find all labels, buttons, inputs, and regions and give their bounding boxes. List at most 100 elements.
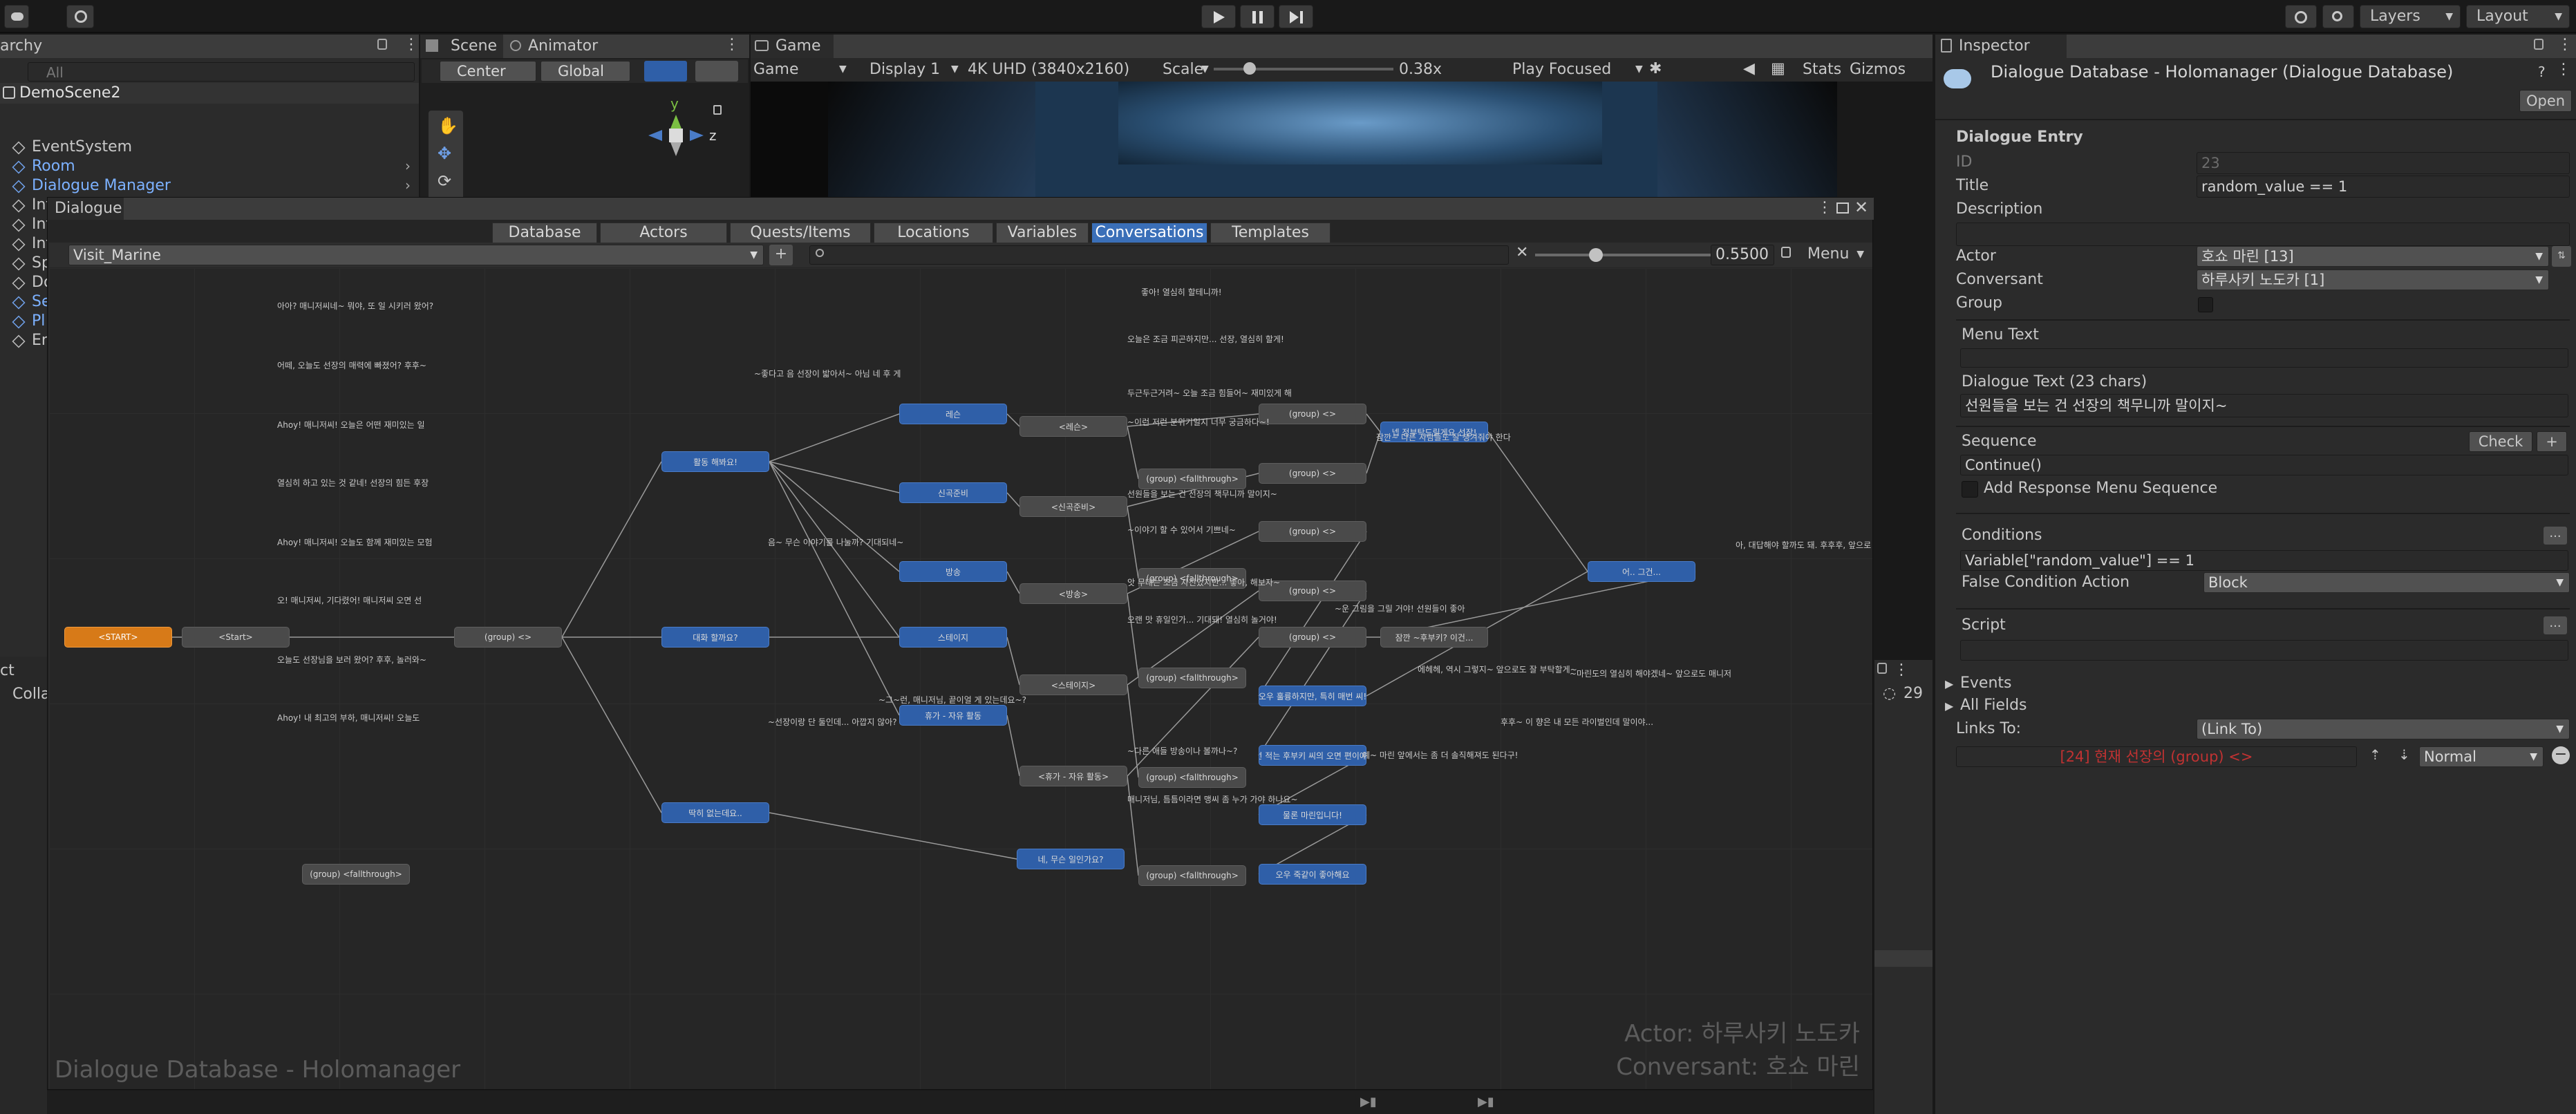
dialogue-node[interactable]: (group) <fallthrough> — [1138, 469, 1246, 489]
project-tab-label[interactable]: ct — [0, 662, 15, 679]
search-button[interactable] — [2322, 5, 2354, 28]
space-dropdown[interactable]: Global — [540, 61, 630, 82]
dialogue-node[interactable]: 오우 죽같이 좋아해요 — [1259, 864, 1366, 885]
tab-dialogue[interactable]: Dialogue — [48, 198, 124, 220]
link-entry[interactable]: [24] 현재 선장의 (group) <> — [1956, 746, 2357, 767]
lock-icon[interactable] — [2534, 39, 2544, 50]
dialogue-line-text[interactable]: ~이야기 할 수 있어서 기쁘네~ — [1127, 524, 1236, 536]
dialogue-node[interactable]: <Start> — [182, 627, 290, 648]
add-sequence-button[interactable]: + — [2537, 431, 2567, 452]
dialogue-line-text[interactable]: 열심히 하고 있는 것 같네! 선장의 힘든 후장 — [277, 477, 429, 489]
menu-text-field[interactable] — [1960, 348, 2568, 368]
mute-audio-icon[interactable]: ◀ — [1743, 60, 1755, 77]
dialogue-node[interactable]: (group) <> — [454, 627, 562, 648]
hierarchy-search-input[interactable]: All — [28, 62, 415, 82]
dialogue-node[interactable]: 스테이지 — [899, 627, 1007, 648]
pivot-dropdown[interactable]: Center — [440, 61, 536, 82]
move-down-icon[interactable]: ⇣ — [2398, 746, 2410, 763]
dialogue-line-text[interactable]: 오랜 맛 휴일인가... 기대돼! 열심히 놀거야! — [1127, 614, 1277, 625]
conditions-wizard-button[interactable]: ... — [2544, 527, 2567, 545]
dialogue-node[interactable]: (group) <fallthrough> — [1138, 865, 1246, 886]
dialogue-node[interactable]: 시선 적는 후부키 씨의 오면 편이에요! — [1259, 745, 1366, 766]
step-button[interactable] — [1279, 5, 1313, 28]
node-search-input[interactable] — [809, 245, 1509, 265]
lock-icon[interactable] — [1877, 663, 1887, 674]
dialogue-line-text[interactable]: 예~ 마린 앞에서는 좀 더 솔직해져도 된다구! — [1362, 749, 1518, 761]
add-conversation-button[interactable]: + — [769, 245, 793, 265]
tab-scene[interactable]: Scene — [420, 35, 503, 58]
snap-toggle[interactable] — [644, 61, 687, 82]
events-foldout[interactable]: Events — [1960, 674, 2012, 692]
dialogue-line-text[interactable]: ~운 그림을 그릴 거야! 선원들이 좋아 — [1335, 603, 1465, 614]
dialogue-node[interactable]: 딱히 없는데요.. — [661, 802, 769, 823]
remove-link-icon[interactable]: − — [2552, 746, 2570, 764]
dialogue-line-text[interactable]: 선원들을 보는 건 선장의 책무니까 말이지~ — [1127, 488, 1277, 500]
pause-button[interactable] — [1240, 5, 1275, 28]
dialogue-line-text[interactable]: 오! 매니저씨, 기다렸어! 매니저씨 오면 선 — [277, 594, 422, 606]
conditions-field[interactable]: Variable["random_value"] == 1 — [1960, 550, 2568, 571]
link-priority-dropdown[interactable]: Normal ▼ — [2419, 746, 2544, 767]
grid-layout-icon[interactable]: ▦ — [1771, 60, 1785, 77]
expand-arrow-icon[interactable]: ▶ — [1945, 677, 1953, 690]
dialogue-node[interactable]: <레슨> — [1019, 416, 1127, 437]
stats-button[interactable]: Stats — [1803, 61, 1841, 78]
collab-button[interactable] — [66, 5, 94, 28]
false-condition-dropdown[interactable]: Block ▼ — [2203, 572, 2570, 593]
dialogue-node[interactable]: 활동 해봐요! — [661, 451, 769, 472]
dialogue-node[interactable]: (group) <> — [1259, 463, 1366, 484]
scene-row[interactable]: DemoScene2 — [0, 83, 419, 104]
dialogue-line-text[interactable]: ~다른 애들 방송이나 볼까나~? — [1127, 745, 1237, 757]
history-button[interactable] — [2285, 5, 2317, 28]
dialogue-line-text[interactable]: 후후~ 이 향은 내 모든 라이벌인데 말이야... — [1501, 716, 1653, 728]
hierarchy-item[interactable]: Room › — [0, 158, 419, 177]
dialogue-node[interactable]: 방송 — [899, 561, 1007, 582]
move-tool-icon[interactable]: ✥ — [438, 144, 451, 163]
dialogue-line-text[interactable]: ~선장이랑 단 둘인데... 아깝지 않아? — [768, 716, 897, 728]
zoom-value-field[interactable]: 0.5500 — [1711, 245, 1774, 265]
dialogue-line-text[interactable]: 에헤헤, 역시 그렇지~ 앞으로도 잘 부탁할게~ — [1418, 663, 1577, 675]
play-mode-dropdown[interactable]: Play Focused ▼ — [1511, 59, 1649, 80]
tab-variables[interactable]: Variables — [996, 223, 1089, 243]
dialogue-node[interactable]: 네, 무슨 일인가요? — [1017, 849, 1125, 869]
dialogue-node[interactable]: (group) <> — [1259, 627, 1366, 648]
script-field[interactable] — [1960, 640, 2568, 661]
actor-dropdown[interactable]: 호쇼 마린 [13] ▼ — [2197, 246, 2549, 267]
dialogue-line-text[interactable]: ~그~런, 매니저님, 끝이얼 게 있는데요~? — [878, 694, 1026, 706]
expand-arrow-icon[interactable]: ▶ — [1945, 699, 1953, 712]
tab-animator[interactable]: Animator — [506, 35, 630, 58]
close-icon[interactable]: ✕ — [1854, 198, 1868, 217]
open-button[interactable]: Open — [2519, 90, 2572, 112]
dialogue-node[interactable]: (group) <fallthrough> — [302, 864, 410, 885]
help-icon[interactable]: ? — [2538, 64, 2546, 80]
play-button[interactable] — [1201, 5, 1236, 28]
hand-tool-icon[interactable]: ✋ — [438, 116, 458, 135]
dialogue-line-text[interactable]: ~이런 저런 분위기일지 너무 궁금하다~! — [1127, 416, 1270, 428]
more-menu-icon[interactable]: ⋮ — [724, 36, 740, 53]
collapse-button[interactable]: Colla — [12, 686, 50, 703]
tab-templates[interactable]: Templates — [1210, 223, 1331, 243]
dialogue-node[interactable]: 신곡준비 — [899, 482, 1007, 503]
hierarchy-item[interactable]: EventSystem — [0, 138, 419, 158]
chevron-right-icon[interactable]: › — [405, 177, 411, 193]
dialogue-line-text[interactable]: 아, 대답해야 할까도 돼. 후후후, 앞으로 남에 — [1736, 539, 1872, 551]
more-menu-icon[interactable]: ⋮ — [2557, 36, 2573, 53]
dialogue-line-text[interactable]: 매니저님, 틈틈이라면 맹씨 좀 누가 가야 하나요~ — [1127, 793, 1298, 805]
move-up-icon[interactable]: ⇡ — [2369, 746, 2381, 763]
bug-icon[interactable]: ✱ — [1649, 60, 1662, 77]
dialogue-line-text[interactable]: Ahoy! 매니저씨! 오늘은 어떤 재미있는 일 — [277, 419, 425, 431]
tab-actors[interactable]: Actors — [600, 223, 727, 243]
dialogue-node[interactable]: <휴가 - 자유 활동> — [1019, 766, 1127, 786]
cloud-button[interactable] — [4, 5, 29, 28]
scene-gizmo[interactable]: y z — [628, 94, 724, 177]
dialogue-node[interactable]: <신곡준비> — [1019, 496, 1127, 517]
dialogue-node[interactable]: (group) <> — [1259, 521, 1366, 542]
dialogue-node[interactable]: <스테이지> — [1019, 674, 1127, 695]
sequence-field[interactable]: Continue() — [1960, 455, 2568, 475]
script-wizard-button[interactable]: ... — [2544, 616, 2567, 634]
conversation-dropdown[interactable]: Visit_Marine ▼ — [68, 245, 764, 265]
group-checkbox[interactable] — [2198, 297, 2213, 312]
more-menu-icon[interactable]: ⋮ — [2556, 61, 2571, 78]
dialogue-node[interactable]: 휴가 - 자유 활동 — [899, 705, 1007, 726]
dialogue-line-text[interactable]: 잠깐~ 다른 사람들도 잘 챙겨줘야 한다 — [1376, 431, 1511, 443]
dialogue-node[interactable]: (group) <fallthrough> — [1138, 767, 1246, 788]
